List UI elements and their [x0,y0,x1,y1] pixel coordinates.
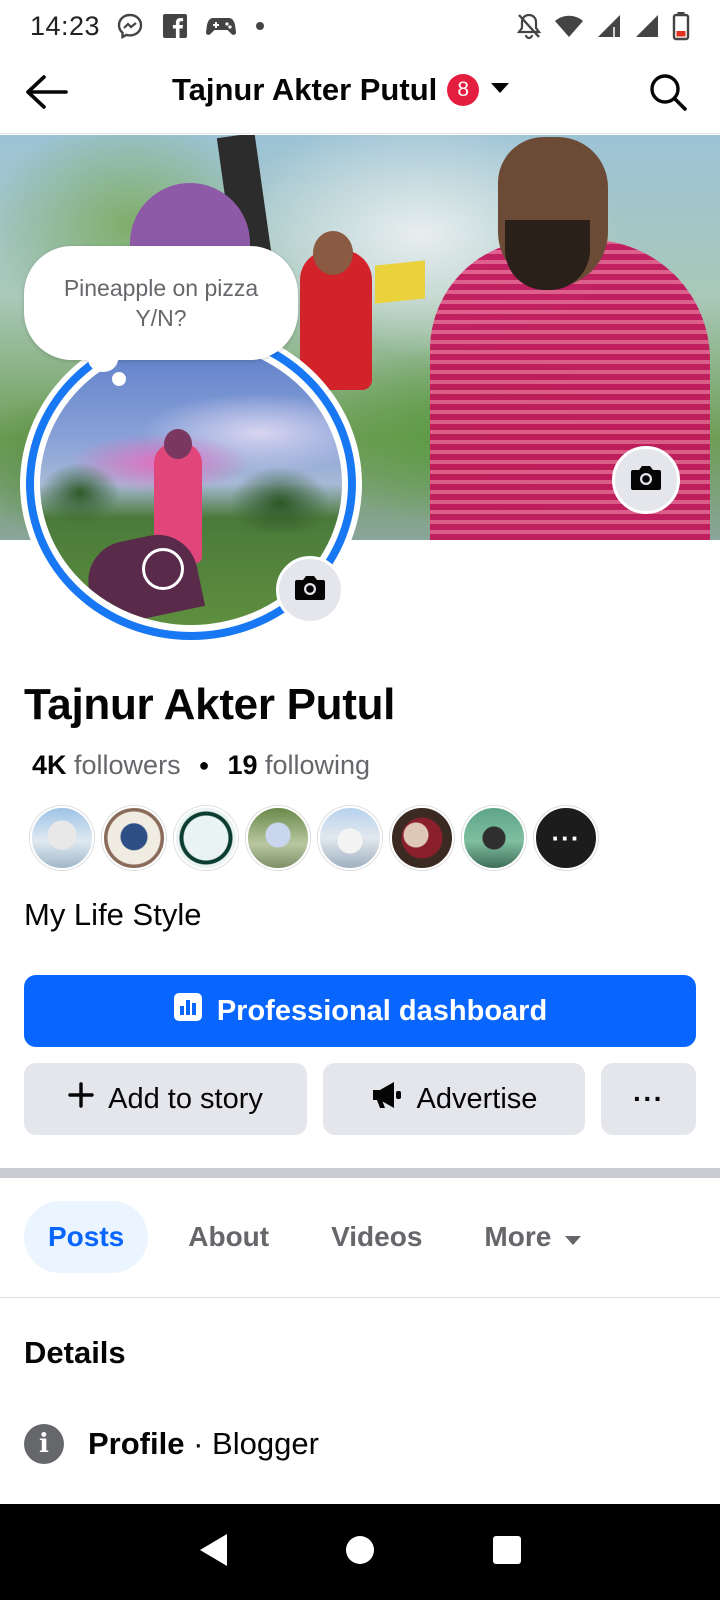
battery-icon [672,11,690,41]
signal-icon [634,13,660,39]
notification-badge: 8 [447,74,480,106]
triangle-back-icon [197,1532,229,1573]
back-button[interactable] [22,70,70,118]
bell-off-icon [516,12,542,40]
edit-cover-button[interactable] [612,446,680,514]
more-options-icon: ··· [633,1083,664,1114]
follower-avatar[interactable] [102,806,166,870]
cover-sign [375,260,425,304]
professional-dashboard-label: Professional dashboard [216,994,548,1027]
tab-more-label: More [484,1221,552,1252]
cover-child-head [313,231,353,275]
status-time: 14:23 [30,10,101,41]
detail-value: Blogger [212,1426,319,1461]
add-to-story-label: Add to story [108,1082,263,1115]
nav-home-button[interactable] [330,1522,390,1582]
nav-back-button[interactable] [183,1522,243,1582]
wifi-icon [554,13,584,39]
follower-avatars: ··· [30,806,598,870]
professional-dashboard-button[interactable]: Professional dashboard [24,975,696,1047]
square-recents-icon [491,1534,523,1571]
signal-icon [596,13,622,39]
follower-avatar[interactable] [30,806,94,870]
gamepad-icon [206,14,237,38]
follower-avatar[interactable] [174,806,238,870]
camera-icon [629,464,663,497]
camera-icon [293,574,327,607]
more-options-button[interactable]: ··· [601,1063,696,1135]
status-icons-left [116,12,266,40]
circle-home-icon [344,1534,376,1571]
detail-row-profile: i Profile · Blogger [24,1424,319,1464]
detail-separator: · [193,1426,204,1461]
profile-name: Tajnur Akter Putul [24,680,396,729]
plus-icon [68,1082,94,1116]
follower-avatar[interactable] [318,806,382,870]
profile-tabs: Posts About Videos More [24,1201,607,1273]
following-label: following [265,750,371,780]
facebook-icon [162,13,188,39]
follower-avatar[interactable] [462,806,526,870]
following-link[interactable]: 19 following [227,750,370,781]
frame-badge-icon [142,548,184,590]
page-title: Tajnur Akter Putul [172,72,438,107]
tabs-divider [0,1297,720,1298]
details-heading: Details [24,1335,126,1370]
status-icons-right [516,11,690,41]
section-separator [0,1168,720,1178]
followers-link[interactable]: 4K followers [32,750,181,781]
follower-avatar[interactable] [390,806,454,870]
following-count: 19 [227,750,258,780]
tab-more[interactable]: More [460,1201,607,1273]
more-followers-button[interactable]: ··· [534,806,598,870]
messenger-icon [116,12,144,40]
status-bar: 14:23 [0,0,720,52]
note-bubble-tail [88,346,118,372]
advertise-label: Advertise [416,1082,538,1115]
tab-posts[interactable]: Posts [24,1201,149,1273]
tab-videos[interactable]: Videos [307,1201,446,1273]
tab-about[interactable]: About [164,1201,293,1273]
edit-profile-picture-button[interactable] [276,556,344,624]
dot-icon [254,20,266,32]
follower-avatar[interactable] [246,806,310,870]
caret-down-icon [563,1221,583,1253]
profile-bio: My Life Style [24,897,202,932]
followers-count: 4K [32,750,67,780]
profile-switcher[interactable]: Tajnur Akter Putul 8 [172,72,511,108]
followers-label: followers [74,750,181,780]
arrow-left-icon [24,74,68,115]
advertise-button[interactable]: Advertise [323,1063,585,1135]
search-button[interactable] [644,70,692,118]
note-bubble[interactable]: Pineapple on pizza Y/N? [24,246,298,360]
follow-stats: 4K followers ● 19 following [32,750,370,781]
app-bar: Tajnur Akter Putul 8 [0,52,720,134]
search-icon [648,72,688,117]
note-text: Pineapple on pizza Y/N? [63,275,259,331]
system-nav-bar [0,1504,720,1600]
info-icon: i [24,1424,64,1464]
nav-recents-button[interactable] [477,1522,537,1582]
add-to-story-button[interactable]: Add to story [24,1063,307,1135]
caret-down-icon [489,81,511,100]
note-bubble-tail-small [112,372,126,386]
megaphone-icon [371,1080,403,1118]
avatar-person-head [164,429,192,459]
stats-separator: ● [198,755,210,775]
dashboard-icon [173,992,203,1030]
detail-label: Profile [88,1426,185,1461]
